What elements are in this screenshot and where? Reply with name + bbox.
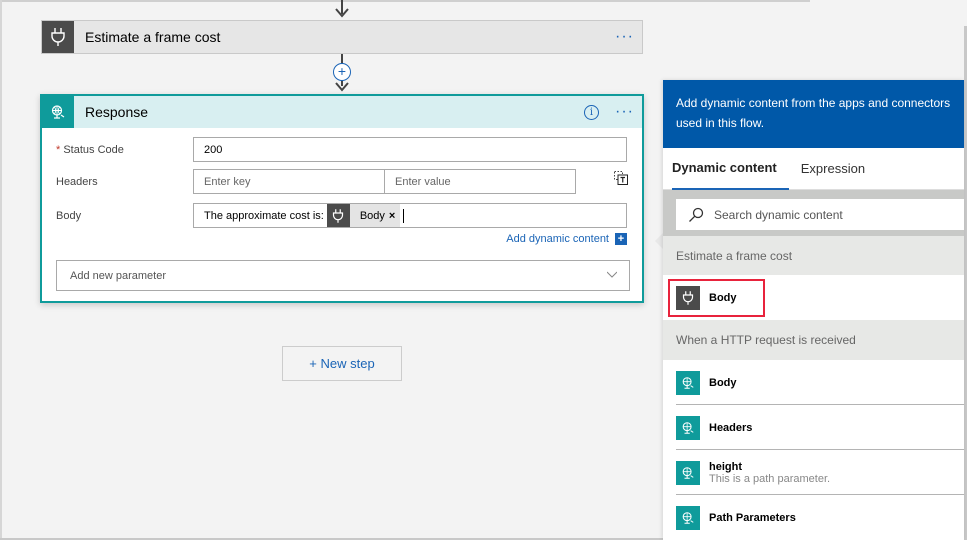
globe-icon: [676, 370, 700, 395]
more-options-button[interactable]: ···: [615, 104, 634, 120]
highlight-box: [668, 279, 765, 317]
section-header: Estimate a frame cost: [663, 236, 964, 275]
arrow-down-icon: [335, 8, 349, 18]
card-title: Estimate a frame cost: [85, 29, 221, 45]
info-icon[interactable]: i: [584, 104, 600, 120]
estimate-frame-cost-card[interactable]: Estimate a frame cost ···: [41, 20, 643, 54]
globe-icon: [676, 415, 700, 440]
canvas-left-border: [0, 0, 2, 540]
dynamic-item-http-height[interactable]: height This is a path parameter.: [663, 450, 964, 495]
body-label: Body: [56, 210, 82, 222]
header-key-input[interactable]: Enter key: [193, 169, 385, 194]
banner-line-2: used in this flow.: [676, 116, 765, 130]
more-options-button[interactable]: ···: [615, 29, 634, 45]
add-new-parameter-dropdown[interactable]: Add new parameter: [56, 260, 630, 291]
chevron-down-icon: [607, 271, 617, 278]
panel-banner: Add dynamic content from the apps and co…: [663, 80, 964, 148]
plug-icon: [326, 204, 350, 227]
section-header: When a HTTP request is received: [663, 320, 964, 360]
globe-icon: [676, 460, 700, 485]
status-code-input[interactable]: 200: [193, 137, 627, 162]
search-icon: [689, 207, 704, 222]
body-text: The approximate cost is:: [204, 209, 324, 222]
canvas-top-border: [0, 0, 810, 2]
item-name: Headers: [709, 421, 753, 434]
text-caret: [403, 208, 405, 223]
headers-label: Headers: [56, 176, 98, 188]
body-token[interactable]: Body ×: [326, 204, 401, 227]
insert-step-button[interactable]: +: [333, 63, 351, 81]
banner-line-1: Add dynamic content from the apps and co…: [676, 96, 951, 110]
search-input[interactable]: Search dynamic content: [676, 199, 964, 230]
globe-icon: [676, 505, 700, 530]
item-name: Path Parameters: [709, 511, 796, 524]
arrow-down-icon: [335, 82, 349, 92]
switch-to-text-mode-icon[interactable]: [614, 171, 628, 185]
dynamic-content-panel: Add dynamic content from the apps and co…: [663, 80, 964, 540]
status-code-label: * Status Code: [56, 144, 124, 156]
new-step-button[interactable]: + New step: [282, 346, 402, 381]
panel-tabs: Dynamic content Expression: [663, 148, 964, 190]
item-name: height: [709, 460, 742, 473]
tab-expression[interactable]: Expression: [801, 148, 877, 190]
remove-token-button[interactable]: ×: [389, 210, 400, 222]
add-dynamic-content-link[interactable]: Add dynamic content +: [506, 233, 627, 245]
plus-icon: +: [615, 233, 627, 245]
add-new-parameter-label: Add new parameter: [70, 269, 166, 282]
dynamic-item-http-path-parameters[interactable]: Path Parameters: [663, 495, 964, 540]
header-value-input[interactable]: Enter value: [384, 169, 576, 194]
search-placeholder: Search dynamic content: [714, 207, 843, 222]
body-input[interactable]: The approximate cost is: Body ×: [193, 203, 627, 228]
search-area: Search dynamic content: [663, 190, 964, 236]
add-dynamic-content-label: Add dynamic content: [506, 233, 609, 245]
panel-pointer: [655, 233, 663, 249]
dynamic-item-estimate-body[interactable]: Body: [663, 275, 964, 320]
tab-dynamic-content[interactable]: Dynamic content: [672, 148, 789, 190]
response-card-header[interactable]: Response i ···: [42, 96, 642, 128]
card-title: Response: [85, 104, 149, 120]
item-description: This is a path parameter.: [709, 472, 831, 485]
dynamic-item-http-body[interactable]: Body: [663, 360, 964, 405]
dynamic-item-http-headers[interactable]: Headers: [663, 405, 964, 450]
item-name: Body: [709, 376, 737, 389]
plug-icon: [42, 21, 74, 53]
token-label: Body: [359, 209, 385, 222]
globe-icon: [42, 96, 74, 128]
response-card: Response i ··· * Status Code 200 Headers…: [40, 94, 644, 303]
